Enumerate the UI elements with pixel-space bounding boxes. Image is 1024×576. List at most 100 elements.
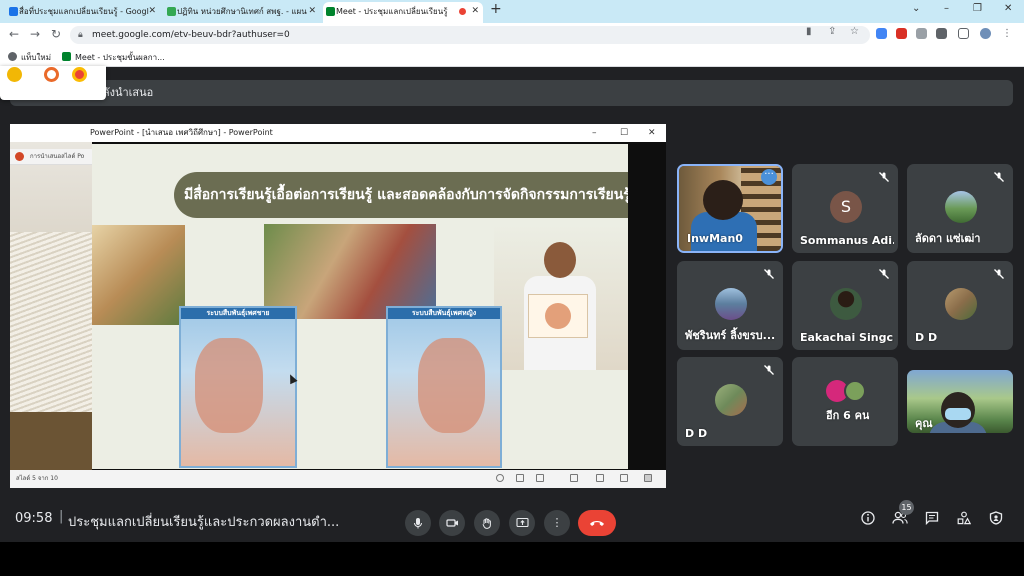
- bookmark-new-tab[interactable]: แท็บใหม่: [8, 51, 51, 64]
- participant-tile-others[interactable]: อีก 6 คน: [792, 357, 898, 446]
- browser-tab-1[interactable]: สื่อที่ประชุมแลกเปลี่ยนเรียนรู้ - Google…: [6, 2, 160, 23]
- poster-title: ระบบสืบพันธุ์เพศชาย: [181, 308, 295, 319]
- participant-name: D D: [915, 331, 938, 344]
- participant-tile-ladda[interactable]: ลัดดา แซ่เฒ่า: [907, 164, 1013, 253]
- participant-tile-inwman0[interactable]: ··· InwMan0: [677, 164, 783, 253]
- clock: 09:58: [15, 511, 53, 526]
- chevron-down-icon[interactable]: ⌄: [912, 3, 920, 14]
- slide-sorter-icon[interactable]: [596, 474, 604, 482]
- menu-dots-icon[interactable]: ⋮: [1002, 28, 1013, 39]
- present-button[interactable]: [509, 510, 535, 536]
- browser-tab-2[interactable]: ปฏิทิน หน่วยศึกษานิเทศก์ สพฐ. - แผน ✕: [164, 2, 320, 23]
- classroom-models-image: [264, 224, 436, 319]
- reload-icon[interactable]: ↻: [51, 27, 61, 41]
- student-drawing: [528, 294, 588, 338]
- slide: มีสื่อการเรียนรู้เอื้อต่อการเรียนรู้ และ…: [92, 144, 628, 469]
- host-controls-button[interactable]: [986, 511, 1006, 531]
- avatar[interactable]: [980, 28, 991, 39]
- star-icon[interactable]: [72, 67, 87, 82]
- meeting-details-button[interactable]: [858, 511, 878, 531]
- accessibility-icon[interactable]: [496, 474, 504, 482]
- presenting-banner: กำลังนำเสนอ: [10, 80, 1013, 106]
- slideshow-icon[interactable]: [644, 474, 652, 482]
- notes-icon[interactable]: [516, 474, 524, 482]
- screen-bottom-edge: [0, 542, 1024, 576]
- minimize-icon[interactable]: –: [592, 124, 597, 142]
- browser-tab-3-active[interactable]: Meet - ประชุมแลกเปลี่ยนเรียนรู้ ✕: [323, 2, 483, 23]
- lock-icon: 🔒︎: [78, 30, 83, 40]
- puzzle-icon[interactable]: [936, 28, 947, 39]
- bookmark-label: แท็บใหม่: [21, 53, 51, 62]
- restore-icon[interactable]: ❐: [973, 3, 982, 14]
- new-tab-icon[interactable]: +: [490, 1, 502, 17]
- back-icon[interactable]: ←: [9, 27, 19, 41]
- avatar: [830, 288, 862, 320]
- raise-hand-button[interactable]: [474, 510, 500, 536]
- recording-dot-icon: [459, 8, 466, 15]
- participant-name: อีก 6 คน: [826, 409, 870, 422]
- close-icon[interactable]: ✕: [648, 124, 656, 142]
- taskbar-label: การนำเสนอสไลด์ Po: [30, 153, 85, 160]
- google-drive-icon: [9, 7, 18, 16]
- close-window-icon[interactable]: ✕: [1004, 3, 1012, 14]
- video-camera-icon: [445, 519, 458, 527]
- divider: |: [59, 509, 64, 524]
- more-options-icon[interactable]: ···: [761, 169, 777, 185]
- avatar: [844, 380, 866, 402]
- info-icon: [861, 511, 875, 525]
- close-icon[interactable]: ✕: [471, 2, 479, 21]
- bookmark-meet[interactable]: Meet - ประชุมขั้นผลกา...: [62, 51, 165, 64]
- tab-label: สื่อที่ประชุมแลกเปลี่ยนเรียนรู้ - Google: [19, 7, 149, 16]
- person-head: [703, 180, 743, 220]
- chat-button[interactable]: [922, 511, 942, 531]
- address-bar[interactable]: 🔒︎ meet.google.com/etv-beuv-bdr?authuser…: [70, 26, 870, 44]
- shapes-icon: [957, 511, 972, 525]
- bookmark-star-icon[interactable]: ☆: [850, 26, 859, 37]
- microphone-icon: [414, 518, 422, 529]
- participant-name: Sommanus Adi...: [800, 234, 894, 247]
- participant-tile-self[interactable]: คุณ: [907, 370, 1013, 433]
- meeting-title: ประชุมแลกเปลี่ยนเรียนรู้และประกวดผลงานดำ…: [68, 515, 340, 530]
- avatar: [715, 384, 747, 416]
- slide-title: มีสื่อการเรียนรู้เอื้อต่อการเรียนรู้ และ…: [174, 172, 628, 218]
- mic-off-icon: [879, 269, 889, 279]
- emoji-icon[interactable]: [7, 67, 22, 82]
- maximize-icon[interactable]: ☐: [620, 124, 628, 142]
- participant-tile-dd-1[interactable]: D D: [907, 261, 1013, 350]
- extension-icon[interactable]: [876, 28, 887, 39]
- presentation-stage: การนำเสนอสไลด์ Po PowerPoint - [นำเสนอ เ…: [10, 124, 666, 488]
- microphone-button[interactable]: [405, 510, 431, 536]
- forward-icon[interactable]: →: [30, 27, 40, 41]
- extension-icon[interactable]: [916, 28, 927, 39]
- participant-tile-eakachai[interactable]: Eakachai Singc...: [792, 261, 898, 350]
- participant-name: InwMan0: [687, 232, 743, 245]
- present-screen-icon: [515, 517, 529, 528]
- participant-tile-dd-2[interactable]: D D: [677, 357, 783, 446]
- end-call-button[interactable]: [578, 510, 616, 536]
- more-options-button[interactable]: ⋮: [544, 510, 570, 536]
- anatomy-illustration: [418, 338, 486, 433]
- sidepanel-icon[interactable]: [958, 28, 969, 39]
- tab-label: Meet - ประชุมแลกเปลี่ยนเรียนรู้: [336, 7, 448, 16]
- pdf-extension-icon[interactable]: [896, 28, 907, 39]
- participant-tile-sommanus[interactable]: S Sommanus Adi...: [792, 164, 898, 253]
- female-reproductive-poster: ระบบสืบพันธุ์เพศหญิง: [386, 306, 502, 468]
- close-icon[interactable]: ✕: [308, 2, 316, 21]
- comments-icon[interactable]: [536, 474, 544, 482]
- participant-tile-patcharin[interactable]: พัชรินทร์ ลิ้งขรบ...: [677, 261, 783, 350]
- camera-icon[interactable]: ▮: [806, 26, 812, 37]
- taskbar-item[interactable]: การนำเสนอสไลด์ Po: [10, 149, 92, 165]
- camera-button[interactable]: [439, 510, 465, 536]
- student-photo: [494, 224, 628, 370]
- activities-button[interactable]: [954, 511, 974, 531]
- triangle-icon[interactable]: [44, 67, 59, 82]
- shield-icon: [989, 511, 1003, 525]
- minimize-icon[interactable]: –: [944, 3, 949, 14]
- reading-view-icon[interactable]: [620, 474, 628, 482]
- tab-label: ปฏิทิน หน่วยศึกษานิเทศก์ สพฐ. - แผน: [177, 7, 307, 16]
- anatomy-poster-image: [92, 225, 185, 325]
- share-icon[interactable]: ⇪: [828, 26, 836, 37]
- hand-icon: [482, 518, 491, 529]
- normal-view-icon[interactable]: [570, 474, 578, 482]
- close-icon[interactable]: ✕: [148, 2, 156, 21]
